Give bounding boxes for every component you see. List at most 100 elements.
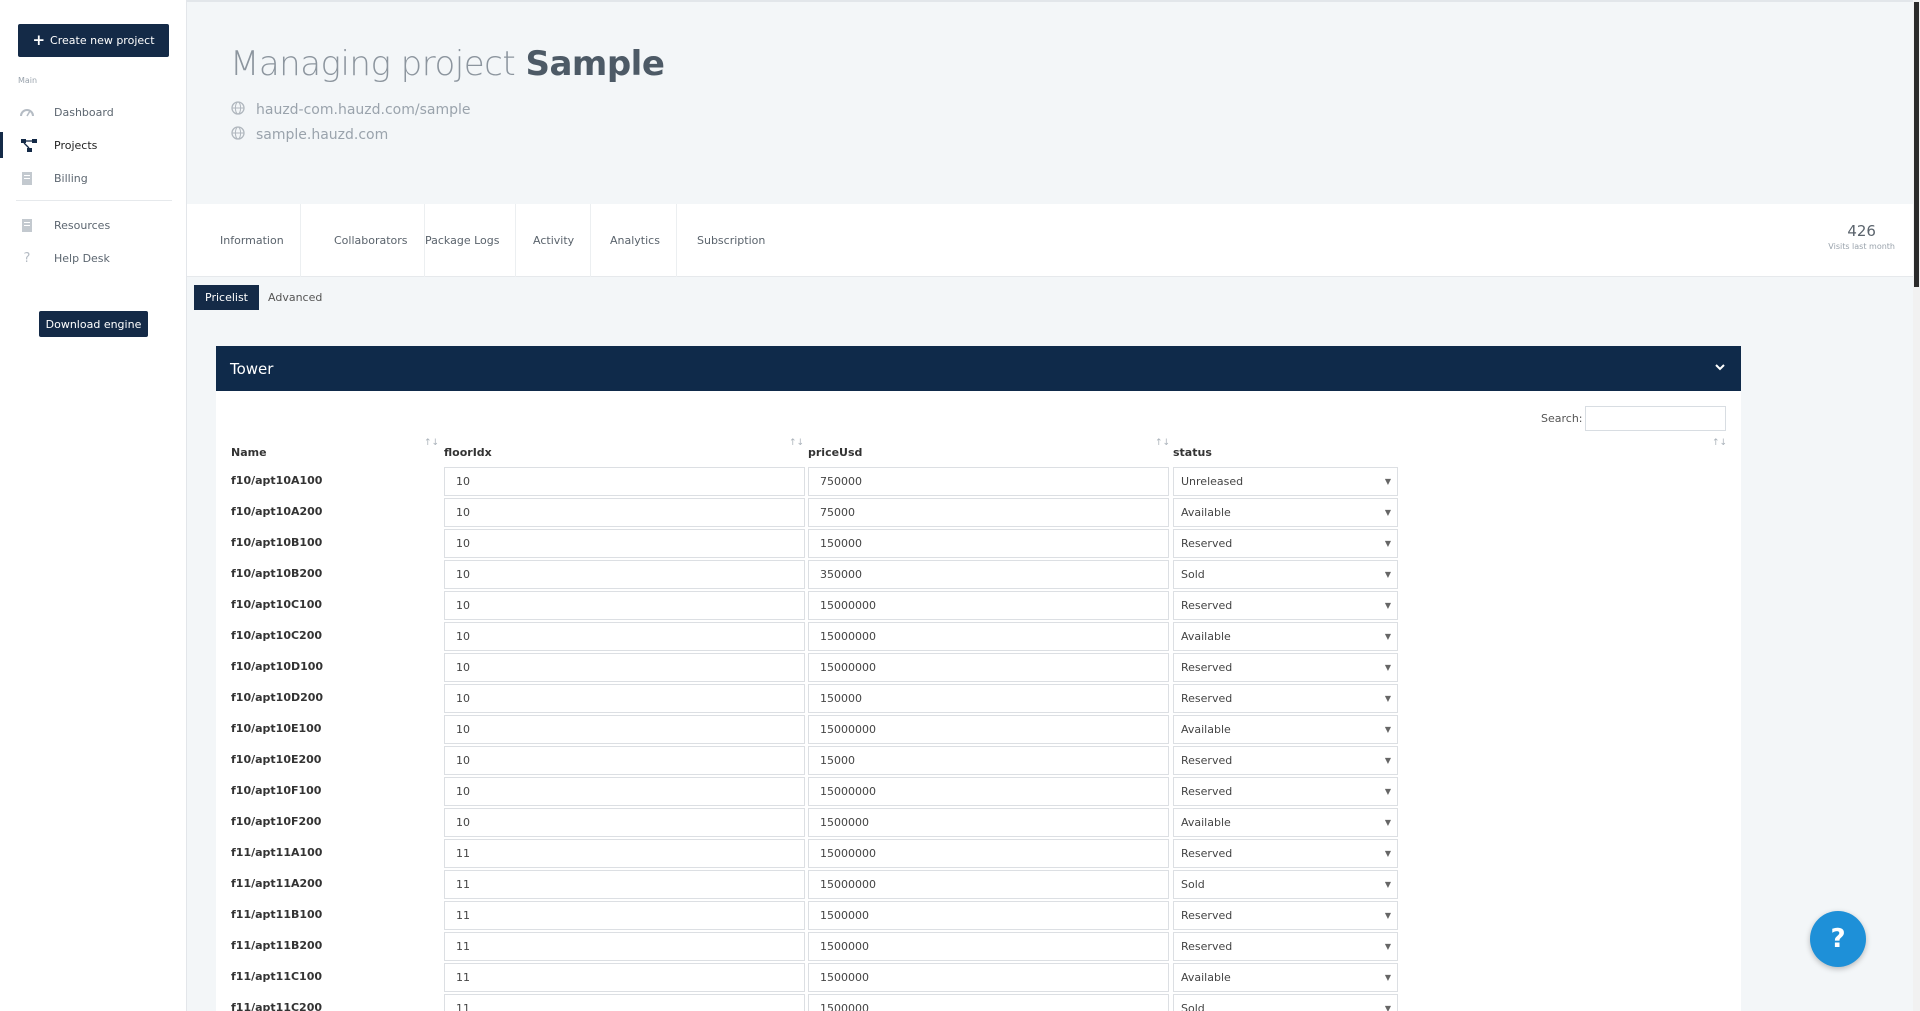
status-select[interactable]: Reserved ▼ [1173,901,1398,930]
dropdown-arrow-icon: ▼ [1384,663,1391,672]
column-header-status[interactable]: status [1173,446,1212,459]
status-select[interactable]: Reserved ▼ [1173,653,1398,682]
price-input[interactable]: 350000 [808,560,1169,589]
sort-icon[interactable]: ↑↓ [789,438,804,448]
project-url[interactable]: hauzd-com.hauzd.com/sample [230,101,471,119]
price-input[interactable]: 150000 [808,529,1169,558]
status-select[interactable]: Reserved ▼ [1173,684,1398,713]
price-input[interactable]: 1500000 [808,932,1169,961]
floor-input[interactable]: 10 [444,777,805,806]
panel-header[interactable]: Tower [216,346,1741,391]
price-input[interactable]: 750000 [808,467,1169,496]
status-select[interactable]: Reserved ▼ [1173,746,1398,775]
column-header-name[interactable]: Name [231,446,267,459]
price-input[interactable]: 15000000 [808,622,1169,651]
status-select[interactable]: Available ▼ [1173,963,1398,992]
create-project-button[interactable]: + Create new project [18,24,169,57]
sort-icon[interactable]: ↑↓ [424,438,439,448]
column-header-price[interactable]: priceUsd [808,446,862,459]
price-input[interactable]: 15000000 [808,839,1169,868]
table-row: f10/apt10D200 10 150000 Reserved ▼ [216,682,1741,713]
price-input[interactable]: 15000 [808,746,1169,775]
status-select[interactable]: Sold ▼ [1173,994,1398,1011]
floor-input[interactable]: 10 [444,653,805,682]
tab-package-logs[interactable]: Package Logs [409,204,517,277]
floor-input[interactable]: 10 [444,715,805,744]
price-input[interactable]: 75000 [808,498,1169,527]
search-input[interactable] [1585,406,1726,431]
status-select[interactable]: Reserved ▼ [1173,529,1398,558]
price-input[interactable]: 15000000 [808,715,1169,744]
price-input[interactable]: 150000 [808,684,1169,713]
floor-input[interactable]: 10 [444,467,805,496]
subtab-pricelist[interactable]: Pricelist [194,285,259,310]
floor-input[interactable]: 11 [444,839,805,868]
floor-input[interactable]: 10 [444,529,805,558]
sidebar-item-help-desk[interactable]: ? Help Desk [0,245,187,271]
status-select[interactable]: Sold ▼ [1173,870,1398,899]
sidebar-item-billing[interactable]: Billing [0,165,187,191]
price-input[interactable]: 1500000 [808,901,1169,930]
price-input[interactable]: 15000000 [808,653,1169,682]
floor-input[interactable]: 11 [444,994,805,1011]
status-value: Reserved [1181,692,1233,705]
column-header-floor[interactable]: floorIdx [444,446,492,459]
price-input[interactable]: 15000000 [808,591,1169,620]
status-select[interactable]: Reserved ▼ [1173,777,1398,806]
sidebar-item-dashboard[interactable]: Dashboard [0,99,187,125]
floor-input[interactable]: 11 [444,963,805,992]
floor-input[interactable]: 10 [444,622,805,651]
status-value: Reserved [1181,909,1233,922]
floor-input[interactable]: 11 [444,901,805,930]
status-select[interactable]: Reserved ▼ [1173,591,1398,620]
floor-input[interactable]: 10 [444,498,805,527]
status-value: Available [1181,723,1231,736]
tab-information[interactable]: Information [204,204,301,277]
price-input[interactable]: 1500000 [808,808,1169,837]
floor-input[interactable]: 10 [444,746,805,775]
floor-input[interactable]: 10 [444,560,805,589]
project-domain[interactable]: sample.hauzd.com [230,126,388,144]
dropdown-arrow-icon: ▼ [1384,756,1391,765]
price-input[interactable]: 1500000 [808,994,1169,1011]
status-value: Reserved [1181,661,1233,674]
status-select[interactable]: Available ▼ [1173,808,1398,837]
dropdown-arrow-icon: ▼ [1384,539,1391,548]
unit-name: f10/apt10F200 [231,815,322,828]
table-row: f11/apt11C100 11 1500000 Available ▼ [216,961,1741,992]
status-select[interactable]: Available ▼ [1173,498,1398,527]
project-tabs: Information Collaborators Package Logs A… [187,204,1913,277]
status-select[interactable]: Reserved ▼ [1173,839,1398,868]
help-chat-button[interactable]: ? [1810,911,1866,967]
download-engine-button[interactable]: Download engine [39,311,148,337]
status-select[interactable]: Available ▼ [1173,715,1398,744]
sidebar-item-label: Resources [54,218,111,232]
table-row: f10/apt10B100 10 150000 Reserved ▼ [216,527,1741,558]
price-input[interactable]: 15000000 [808,870,1169,899]
chevron-down-icon[interactable] [1715,360,1725,374]
scrollbar-thumb[interactable] [1914,2,1919,287]
page-scrollbar[interactable] [1913,0,1920,1011]
tab-activity[interactable]: Activity [517,204,592,277]
sort-icon[interactable]: ↑↓ [1155,438,1170,448]
floor-input[interactable]: 10 [444,808,805,837]
floor-input[interactable]: 10 [444,591,805,620]
tab-subscription[interactable]: Subscription [681,204,781,277]
floor-input[interactable]: 11 [444,870,805,899]
floor-input[interactable]: 11 [444,932,805,961]
floor-input[interactable]: 10 [444,684,805,713]
status-select[interactable]: Unreleased ▼ [1173,467,1398,496]
tab-analytics[interactable]: Analytics [594,204,677,277]
subtab-advanced[interactable]: Advanced [257,285,333,310]
status-select[interactable]: Sold ▼ [1173,560,1398,589]
dropdown-arrow-icon: ▼ [1384,694,1391,703]
price-input[interactable]: 1500000 [808,963,1169,992]
sort-icon[interactable]: ↑↓ [1712,438,1727,448]
price-input[interactable]: 15000000 [808,777,1169,806]
status-select[interactable]: Available ▼ [1173,622,1398,651]
panel-title: Tower [230,359,274,378]
status-select[interactable]: Reserved ▼ [1173,932,1398,961]
sidebar-item-resources[interactable]: Resources [0,212,187,238]
unit-name: f10/apt10A200 [231,505,323,518]
sidebar-item-projects[interactable]: Projects [0,132,187,158]
